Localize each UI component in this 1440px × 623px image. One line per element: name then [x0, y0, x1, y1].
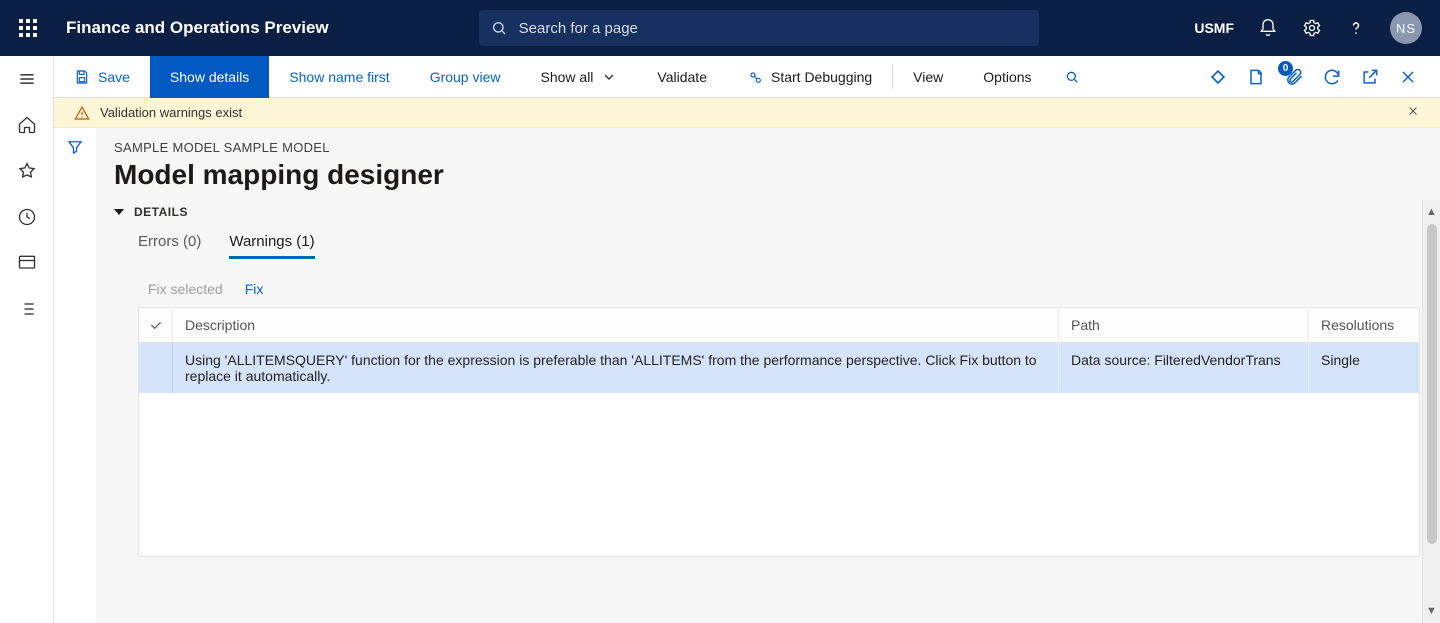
- app-launcher-button[interactable]: [0, 0, 56, 56]
- global-search-input[interactable]: Search for a page: [479, 10, 1039, 46]
- show-all-label: Show all: [541, 69, 594, 85]
- details-section-header[interactable]: DETAILS: [114, 205, 1420, 219]
- cell-description: Using 'ALLITEMSQUERY' function for the e…: [173, 343, 1059, 393]
- hamburger-icon: [17, 69, 37, 89]
- filter-pane-toggle[interactable]: [54, 128, 96, 623]
- show-name-first-button[interactable]: Show name first: [269, 56, 409, 98]
- col-resolutions[interactable]: Resolutions: [1309, 308, 1419, 342]
- group-view-button[interactable]: Group view: [410, 56, 521, 98]
- close-page-button[interactable]: [1398, 67, 1418, 87]
- nav-favorites[interactable]: [0, 148, 53, 194]
- show-details-button[interactable]: Show details: [150, 56, 269, 98]
- home-icon: [17, 115, 37, 135]
- bell-icon: [1258, 18, 1278, 38]
- grid-row[interactable]: Using 'ALLITEMSQUERY' function for the e…: [139, 343, 1419, 393]
- message-bar-text: Validation warnings exist: [100, 105, 242, 120]
- show-name-first-label: Show name first: [289, 69, 389, 85]
- vertical-scrollbar[interactable]: ▲ ▼: [1422, 200, 1440, 623]
- workspace-icon: [17, 253, 37, 273]
- nav-modules[interactable]: [0, 286, 53, 332]
- tab-warnings-label: Warnings (1): [229, 233, 314, 250]
- help-icon: [1346, 18, 1366, 38]
- save-icon: [74, 69, 90, 85]
- action-pane: Save Show details Show name first Group …: [54, 56, 1440, 98]
- message-bar-close[interactable]: [1406, 104, 1420, 121]
- select-all-checkbox[interactable]: [139, 308, 173, 342]
- clock-icon: [17, 207, 37, 227]
- validate-button[interactable]: Validate: [637, 56, 727, 98]
- start-debugging-button[interactable]: Start Debugging: [727, 56, 892, 98]
- tab-warnings[interactable]: Warnings (1): [229, 233, 314, 259]
- message-bar: Validation warnings exist: [54, 98, 1440, 128]
- chevron-down-icon: [601, 69, 617, 85]
- settings-button[interactable]: [1302, 18, 1322, 38]
- office-icon: [1246, 67, 1266, 87]
- app-title: Finance and Operations Preview: [56, 18, 339, 38]
- details-section-label: DETAILS: [134, 205, 188, 219]
- open-in-office-button[interactable]: [1246, 67, 1266, 87]
- col-path[interactable]: Path: [1059, 308, 1309, 342]
- view-menu[interactable]: View: [893, 56, 963, 98]
- star-icon: [17, 161, 37, 181]
- breadcrumb: SAMPLE MODEL SAMPLE MODEL: [114, 140, 1420, 155]
- gear-icon: [1302, 18, 1322, 38]
- nav-workspaces[interactable]: [0, 240, 53, 286]
- user-avatar[interactable]: NS: [1390, 12, 1422, 44]
- nav-home[interactable]: [0, 102, 53, 148]
- show-details-label: Show details: [170, 69, 249, 85]
- top-bar: Finance and Operations Preview Search fo…: [0, 0, 1440, 56]
- search-icon: [1064, 69, 1080, 85]
- nav-recent[interactable]: [0, 194, 53, 240]
- show-all-dropdown[interactable]: Show all: [521, 56, 638, 98]
- close-icon: [1398, 67, 1418, 87]
- nav-expand-button[interactable]: [0, 56, 53, 102]
- personalize-button[interactable]: [1208, 67, 1228, 87]
- scroll-down-arrow[interactable]: ▼: [1426, 605, 1437, 617]
- col-description[interactable]: Description: [173, 308, 1059, 342]
- validate-label: Validate: [657, 69, 707, 85]
- save-label: Save: [98, 69, 130, 85]
- debug-icon: [747, 69, 763, 85]
- grid-header: Description Path Resolutions: [139, 308, 1419, 343]
- popout-icon: [1360, 67, 1380, 87]
- warnings-grid: Description Path Resolutions Using 'ALLI…: [138, 307, 1420, 557]
- fix-selected-button: Fix selected: [148, 281, 223, 297]
- refresh-button[interactable]: [1322, 67, 1342, 87]
- tab-errors-label: Errors (0): [138, 233, 201, 250]
- nav-rail: [0, 56, 54, 623]
- refresh-icon: [1322, 67, 1342, 87]
- cell-resolutions: Single: [1309, 343, 1419, 393]
- check-icon: [148, 317, 164, 333]
- group-view-label: Group view: [430, 69, 501, 85]
- modules-icon: [17, 299, 37, 319]
- warning-icon: [74, 105, 90, 121]
- attachment-count-badge: 0: [1278, 61, 1293, 76]
- view-label: View: [913, 69, 943, 85]
- start-debugging-label: Start Debugging: [771, 69, 872, 85]
- filter-icon: [66, 138, 84, 156]
- options-label: Options: [983, 69, 1031, 85]
- waffle-icon: [19, 19, 37, 37]
- open-in-new-window-button[interactable]: [1360, 67, 1380, 87]
- scroll-up-arrow[interactable]: ▲: [1426, 206, 1437, 218]
- diamond-icon: [1208, 67, 1228, 87]
- close-icon: [1406, 104, 1420, 118]
- company-picker[interactable]: USMF: [1194, 20, 1234, 36]
- tab-errors[interactable]: Errors (0): [138, 233, 201, 259]
- help-button[interactable]: [1346, 18, 1366, 38]
- fix-button[interactable]: Fix: [245, 281, 264, 297]
- save-button[interactable]: Save: [54, 56, 150, 98]
- cell-path: Data source: FilteredVendorTrans: [1059, 343, 1309, 393]
- caret-down-icon: [114, 209, 124, 215]
- search-placeholder: Search for a page: [519, 20, 638, 37]
- options-menu[interactable]: Options: [963, 56, 1051, 98]
- notifications-button[interactable]: [1258, 18, 1278, 38]
- scroll-thumb[interactable]: [1427, 224, 1437, 544]
- find-button[interactable]: [1052, 56, 1092, 98]
- row-select-cell[interactable]: [139, 343, 173, 393]
- attachments-button[interactable]: 0: [1284, 67, 1304, 87]
- page-title: Model mapping designer: [114, 159, 1420, 191]
- search-icon: [491, 20, 507, 36]
